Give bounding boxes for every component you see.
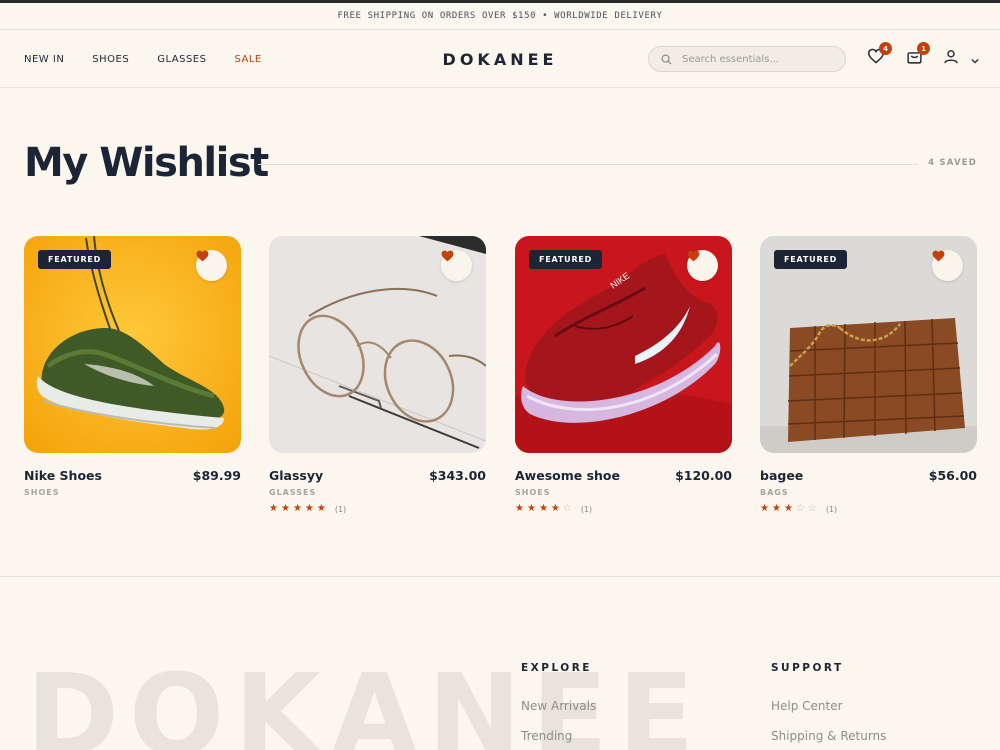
footer-explore-column: EXPLORE New Arrivals Trending	[521, 662, 596, 743]
title-divider	[258, 164, 918, 165]
star-icon: ★	[783, 503, 793, 514]
star-icon: ★	[269, 503, 278, 514]
product-name[interactable]: bagee	[760, 468, 803, 483]
star-outline-icon: ☆	[795, 503, 805, 514]
product-price: $343.00	[429, 468, 486, 483]
footer-divider	[0, 576, 1000, 577]
product-image[interactable]: NIKE FEATURED	[515, 236, 732, 453]
nav-shoes[interactable]: SHOES	[92, 54, 129, 65]
product-card[interactable]: NIKE FEATURED Awesome shoe $120.00 SHOES…	[515, 236, 732, 514]
review-count: (1)	[825, 504, 838, 514]
site-header: NEW IN SHOES GLASSES SALE DOKANEE 4 1	[0, 30, 1000, 88]
remove-from-wishlist-button[interactable]	[196, 250, 227, 281]
cart-button[interactable]: 1	[903, 42, 930, 69]
footer-support-column: SUPPORT Help Center Shipping & Returns	[771, 662, 886, 743]
product-image[interactable]: FEATURED	[24, 236, 241, 453]
search-input[interactable]	[682, 53, 832, 65]
product-category: SHOES	[24, 488, 60, 497]
remove-from-wishlist-button[interactable]	[441, 250, 472, 281]
star-icon: ★	[292, 503, 302, 514]
footer-link-new-arrivals[interactable]: New Arrivals	[521, 699, 596, 713]
nav-new-in[interactable]: NEW IN	[24, 54, 64, 65]
nav-sale[interactable]: SALE	[234, 54, 261, 65]
product-price: $89.99	[192, 468, 241, 483]
chevron-down-icon	[971, 49, 979, 68]
star-icon: ★	[304, 503, 314, 514]
remove-from-wishlist-button[interactable]	[932, 250, 963, 281]
cart-badge: 1	[917, 42, 930, 55]
product-category: SHOES	[515, 488, 551, 497]
footer-link-shipping-returns[interactable]: Shipping & Returns	[771, 729, 886, 743]
page-title: My Wishlist	[24, 140, 269, 186]
product-image[interactable]: FEATURED	[760, 236, 977, 453]
product-category: BAGS	[760, 488, 789, 497]
product-card[interactable]: FEATURED Nike Shoes $89.99 SHOES	[24, 236, 241, 497]
star-icon: ★	[760, 503, 769, 514]
footer-explore-title: EXPLORE	[521, 662, 592, 674]
product-category: GLASSES	[269, 488, 317, 497]
account-menu[interactable]	[943, 47, 979, 69]
remove-from-wishlist-button[interactable]	[687, 250, 718, 281]
wishlist-badge: 4	[879, 42, 892, 55]
star-icon: ★	[280, 503, 290, 514]
star-icon: ★	[526, 503, 536, 514]
star-icon: ★	[316, 503, 326, 514]
star-icon: ★	[550, 503, 560, 514]
product-card[interactable]: Glassyy $343.00 GLASSES ★ ★ ★ ★ ★ (1)	[269, 236, 486, 514]
product-name[interactable]: Glassyy	[269, 468, 323, 483]
star-icon: ★	[538, 503, 548, 514]
star-outline-icon: ☆	[807, 503, 817, 514]
featured-badge: FEATURED	[38, 250, 112, 269]
product-price: $120.00	[675, 468, 732, 483]
star-outline-icon: ☆	[562, 503, 572, 514]
review-count: (1)	[334, 504, 347, 514]
search-icon	[661, 50, 672, 69]
footer-support-title: SUPPORT	[771, 662, 844, 674]
user-icon	[943, 48, 959, 69]
footer-link-trending[interactable]: Trending	[521, 729, 596, 743]
search-box[interactable]	[648, 46, 846, 72]
product-image[interactable]	[269, 236, 486, 453]
review-count: (1)	[580, 504, 593, 514]
nav-glasses[interactable]: GLASSES	[157, 54, 206, 65]
brand-logo[interactable]: DOKANEE	[443, 50, 558, 69]
product-rating: ★ ★ ★ ☆ ☆ (1)	[760, 504, 977, 514]
main-nav: NEW IN SHOES GLASSES SALE	[24, 30, 262, 88]
product-card[interactable]: FEATURED bagee $56.00 BAGS ★ ★ ★ ☆ ☆ (1)	[760, 236, 977, 514]
wishlist-button[interactable]: 4	[865, 42, 892, 69]
product-price: $56.00	[928, 468, 977, 483]
footer-watermark: DOKANEE	[26, 651, 705, 750]
saved-count: 4 SAVED	[928, 158, 977, 168]
product-name[interactable]: Awesome shoe	[515, 468, 620, 483]
featured-badge: FEATURED	[529, 250, 603, 269]
promo-banner: FREE SHIPPING ON ORDERS OVER $150 • WORL…	[0, 3, 1000, 30]
product-rating: ★ ★ ★ ★ ★ (1)	[269, 504, 486, 514]
star-icon: ★	[515, 503, 524, 514]
star-icon: ★	[771, 503, 781, 514]
product-rating: ★ ★ ★ ★ ☆ (1)	[515, 504, 732, 514]
featured-badge: FEATURED	[774, 250, 848, 269]
product-name[interactable]: Nike Shoes	[24, 468, 102, 483]
footer-link-help-center[interactable]: Help Center	[771, 699, 886, 713]
